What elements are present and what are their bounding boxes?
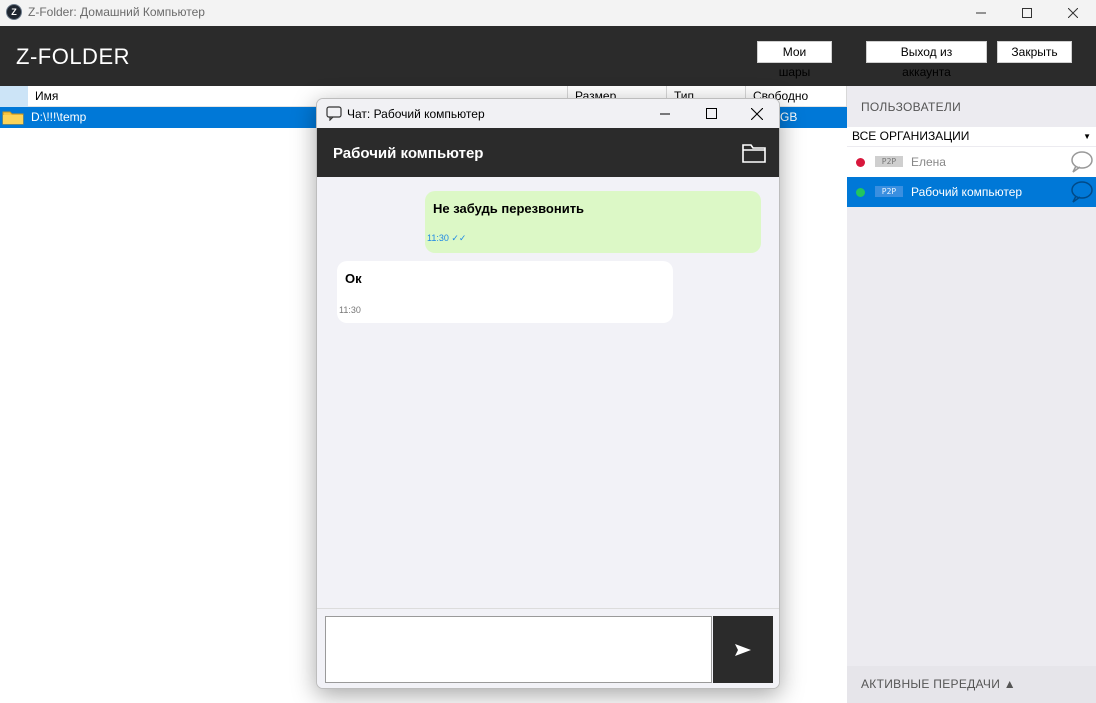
brand-logo: Z-FOLDER	[16, 44, 130, 69]
chat-peer-name: Рабочий компьютер	[333, 145, 484, 162]
minimize-button[interactable]	[958, 0, 1004, 26]
p2p-badge: P2P	[875, 186, 903, 197]
message-incoming: Ок 11:30	[337, 261, 673, 323]
chat-bubble-icon[interactable]	[1070, 150, 1094, 177]
status-offline-icon	[856, 158, 865, 167]
status-online-icon	[856, 188, 865, 197]
logout-button[interactable]: Выход из аккаунта	[866, 41, 987, 79]
user-item-elena[interactable]: P2P Елена	[847, 147, 1096, 177]
close-window-button[interactable]	[1050, 0, 1096, 26]
window-titlebar: Z Z-Folder: Домашний Компьютер	[0, 0, 1096, 26]
maximize-icon	[1022, 8, 1032, 18]
chevron-down-icon: ▼	[1083, 132, 1091, 141]
message-input-area	[317, 608, 779, 688]
user-item-work-computer[interactable]: P2P Рабочий компьютер	[847, 177, 1096, 207]
chat-bubble-icon[interactable]	[1070, 180, 1094, 207]
chat-maximize-button[interactable]	[688, 99, 734, 128]
organization-select-value: ВСЕ ОРГАНИЗАЦИИ	[852, 129, 970, 143]
message-time: 11:30 ✓✓	[427, 233, 467, 243]
maximize-button[interactable]	[1004, 0, 1050, 26]
send-arrow-icon	[735, 643, 751, 656]
user-name: Рабочий компьютер	[911, 185, 1023, 199]
close-app-button[interactable]: Закрыть	[997, 41, 1072, 63]
table-corner	[0, 86, 28, 107]
message-outgoing: Не забудь перезвонить 11:30 ✓✓	[425, 191, 761, 253]
message-text: Ок	[345, 271, 362, 286]
folder-icon	[2, 109, 24, 130]
chat-header: Рабочий компьютер	[317, 128, 779, 177]
send-button[interactable]	[713, 616, 773, 683]
chat-dialog: Чат: Рабочий компьютер Рабочий компьютер…	[316, 98, 780, 689]
chat-close-button[interactable]	[734, 99, 779, 128]
app-logo-icon: Z	[6, 4, 22, 20]
app-header: Z-FOLDER Мои шары Выход из аккаунта Закр…	[0, 26, 1096, 86]
close-icon	[1068, 8, 1078, 18]
chat-titlebar: Чат: Рабочий компьютер	[317, 99, 779, 128]
chat-window-title: Чат: Рабочий компьютер	[347, 107, 485, 121]
maximize-icon	[705, 108, 717, 119]
message-time: 11:30	[339, 305, 361, 315]
chat-icon	[326, 106, 342, 124]
p2p-badge: P2P	[875, 156, 903, 167]
users-title: ПОЛЬЗОВАТЕЛИ	[861, 100, 961, 114]
window-title: Z-Folder: Домашний Компьютер	[28, 5, 205, 19]
organization-select[interactable]: ВСЕ ОРГАНИЗАЦИИ ▼	[847, 127, 1096, 146]
file-name: D:\!!!\temp	[31, 110, 87, 124]
users-panel: ПОЛЬЗОВАТЕЛИ ВСЕ ОРГАНИЗАЦИИ ▼ P2P Елена…	[847, 86, 1096, 703]
file-free: GB	[780, 110, 798, 124]
folder-icon[interactable]	[741, 142, 767, 167]
message-input[interactable]	[325, 616, 712, 683]
chat-minimize-button[interactable]	[642, 99, 688, 128]
active-transfers-toggle[interactable]: АКТИВНЫЕ ПЕРЕДАЧИ ▲	[847, 666, 1096, 703]
minimize-icon	[660, 113, 670, 114]
message-text: Не забудь перезвонить	[433, 201, 585, 216]
user-name: Елена	[911, 155, 946, 169]
my-shares-button[interactable]: Мои шары	[757, 41, 832, 79]
minimize-icon	[976, 12, 986, 14]
close-icon	[751, 107, 763, 120]
